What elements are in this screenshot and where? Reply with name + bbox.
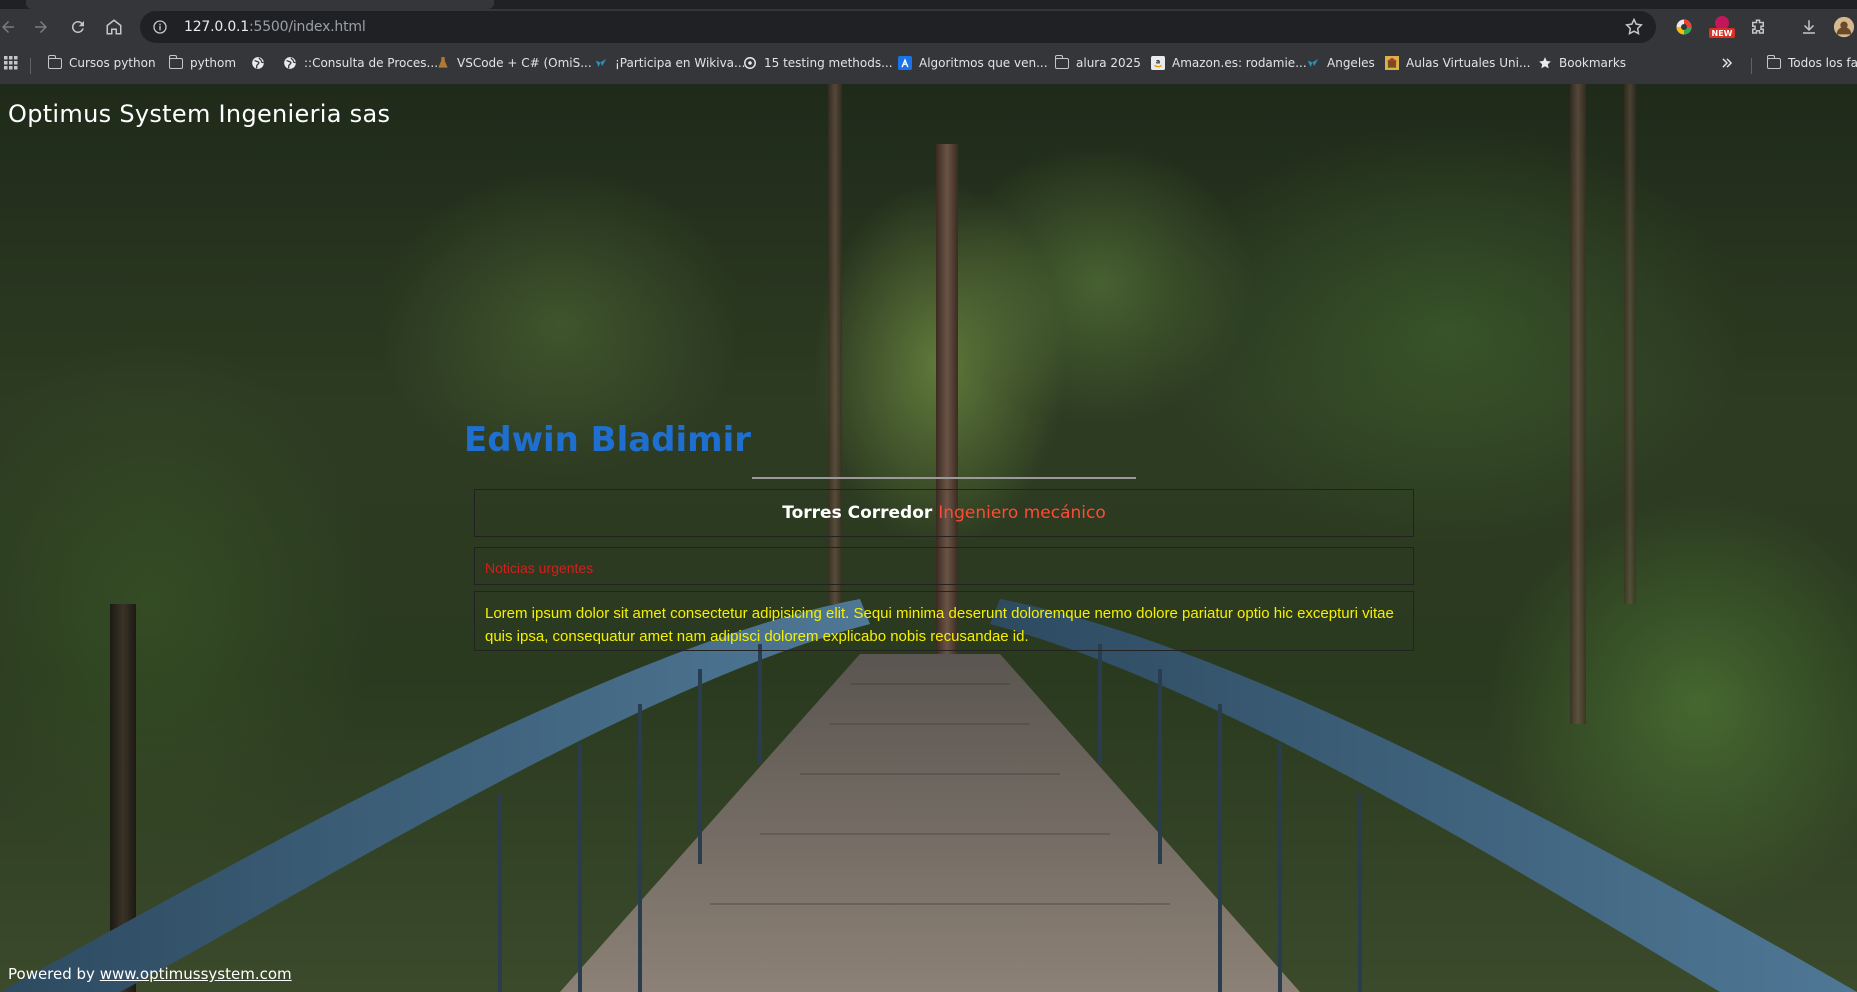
download-icon[interactable] bbox=[1797, 15, 1821, 39]
flask-icon bbox=[436, 56, 450, 70]
bookmark-cursos-python[interactable]: Cursos python bbox=[47, 54, 156, 72]
wikivaga-icon bbox=[594, 56, 608, 70]
bookmarks-divider bbox=[30, 58, 31, 74]
bookmark-testing-methods[interactable]: 15 testing methods... bbox=[743, 54, 893, 72]
bridge-illustration bbox=[0, 599, 1857, 992]
bookmark-pythom[interactable]: pythom bbox=[168, 54, 237, 72]
bookmark-label: Bookmarks bbox=[1559, 56, 1627, 70]
url-host: 127.0.0.1 bbox=[184, 19, 249, 35]
arrow-right-icon bbox=[35, 21, 47, 33]
bookmark-todos-los-favoritos[interactable]: Todos los fav bbox=[1766, 54, 1857, 72]
bookmark-label: Cursos python bbox=[69, 56, 156, 70]
bookmark-label: Aulas Virtuales Uni... bbox=[1406, 56, 1531, 70]
bookmark-label: alura 2025 bbox=[1076, 56, 1141, 70]
body-paragraph: Lorem ipsum dolor sit amet consectetur a… bbox=[485, 605, 1394, 645]
bookmark-globe[interactable] bbox=[251, 54, 272, 72]
extension-color-icon[interactable] bbox=[1672, 15, 1696, 39]
star-icon bbox=[1538, 56, 1552, 70]
page-heading: Edwin Bladimir bbox=[464, 420, 752, 460]
bookmark-bookmarks[interactable]: Bookmarks bbox=[1538, 54, 1626, 72]
bookmark-label: 15 testing methods... bbox=[764, 56, 893, 70]
bookmark-label: Algoritmos que ven... bbox=[919, 56, 1048, 70]
folder-icon bbox=[168, 54, 183, 70]
home-button[interactable] bbox=[100, 13, 128, 41]
back-button[interactable] bbox=[0, 13, 22, 41]
lambda-icon bbox=[898, 56, 912, 70]
folder-icon bbox=[47, 54, 62, 70]
tab-strip bbox=[0, 0, 1857, 9]
forward-button[interactable] bbox=[27, 13, 55, 41]
bookmark-alura-2025[interactable]: alura 2025 bbox=[1054, 54, 1141, 72]
bookmark-label: VSCode + C# (OmiS... bbox=[457, 56, 592, 70]
bookmark-aulas-virtuales[interactable]: Aulas Virtuales Uni... bbox=[1385, 54, 1530, 72]
profile-avatar[interactable] bbox=[1832, 15, 1856, 39]
address-bar[interactable]: 127.0.0.1:5500/index.html bbox=[140, 11, 1656, 43]
arrow-left-icon bbox=[2, 21, 14, 33]
refresh-circle-icon bbox=[743, 56, 757, 70]
bookmark-algoritmos[interactable]: Algoritmos que ven... bbox=[898, 54, 1048, 72]
bookmark-vscode[interactable]: VSCode + C# (OmiS... bbox=[436, 54, 592, 72]
bookmark-star-icon[interactable] bbox=[1624, 17, 1644, 37]
bookmark-label: Angeles bbox=[1327, 56, 1375, 70]
apps-icon[interactable] bbox=[4, 54, 18, 72]
content-box: Lorem ipsum dolor sit amet consectetur a… bbox=[474, 591, 1414, 651]
subtitle-name: Torres Corredor bbox=[782, 503, 933, 523]
subtitle-role: Ingeniero mecánico bbox=[938, 503, 1106, 523]
globe-icon bbox=[283, 56, 297, 70]
web-page: Optimus System Ingenieria sas Edwin Blad… bbox=[0, 84, 1857, 992]
footer-prefix: Powered by bbox=[8, 965, 95, 983]
bookmark-label: pythom bbox=[190, 56, 237, 70]
wikivaga-icon bbox=[1306, 56, 1320, 70]
bookmark-consulta-procesos[interactable]: ::Consulta de Proces... bbox=[283, 54, 438, 72]
home-icon bbox=[106, 19, 122, 35]
more-bookmarks-chevron-icon[interactable] bbox=[1720, 54, 1734, 72]
bookmark-label: ::Consulta de Proces... bbox=[304, 56, 439, 70]
reload-icon bbox=[71, 20, 84, 33]
bookmark-label: Amazon.es: rodamie... bbox=[1172, 56, 1307, 70]
extensions-puzzle-icon[interactable] bbox=[1746, 15, 1770, 39]
footer: Powered by www.optimussystem.com bbox=[8, 965, 292, 983]
bookmarks-bar: Cursos python pythom ::Consulta de Proce… bbox=[0, 48, 1857, 78]
folder-icon bbox=[1766, 54, 1781, 70]
university-icon bbox=[1385, 56, 1399, 70]
site-info-icon[interactable] bbox=[150, 17, 170, 37]
news-label: Noticias urgentes bbox=[485, 560, 594, 576]
url-path: :5500/index.html bbox=[249, 19, 366, 35]
bookmark-label: Todos los fav bbox=[1788, 56, 1857, 70]
footer-link[interactable]: www.optimussystem.com bbox=[100, 965, 292, 983]
site-title: Optimus System Ingenieria sas bbox=[8, 100, 391, 128]
globe-icon bbox=[251, 56, 265, 70]
bookmarks-divider bbox=[1751, 58, 1752, 74]
svg-text:a: a bbox=[1156, 58, 1160, 66]
browser-toolbar: 127.0.0.1:5500/index.html NEW bbox=[0, 9, 1857, 45]
active-tab[interactable] bbox=[26, 0, 494, 9]
horizontal-rule bbox=[752, 477, 1136, 479]
amazon-icon: a bbox=[1151, 56, 1165, 70]
bookmark-label: ¡Participa en Wikiva... bbox=[615, 56, 746, 70]
bookmark-angeles[interactable]: Angeles bbox=[1306, 54, 1375, 72]
bookmark-amazon[interactable]: a Amazon.es: rodamie... bbox=[1151, 54, 1307, 72]
url-text[interactable]: 127.0.0.1:5500/index.html bbox=[184, 19, 366, 35]
subtitle-box: Torres Corredor Ingeniero mecánico bbox=[474, 489, 1414, 537]
extension-new-icon[interactable]: NEW bbox=[1707, 15, 1737, 39]
reload-button[interactable] bbox=[64, 13, 92, 41]
bookmark-wikivaga[interactable]: ¡Participa en Wikiva... bbox=[594, 54, 745, 72]
news-box: Noticias urgentes bbox=[474, 547, 1414, 585]
folder-icon bbox=[1054, 54, 1069, 70]
browser-chrome: 127.0.0.1:5500/index.html NEW Cursos pyt… bbox=[0, 0, 1857, 84]
extension-new-badge: NEW bbox=[1712, 29, 1733, 38]
